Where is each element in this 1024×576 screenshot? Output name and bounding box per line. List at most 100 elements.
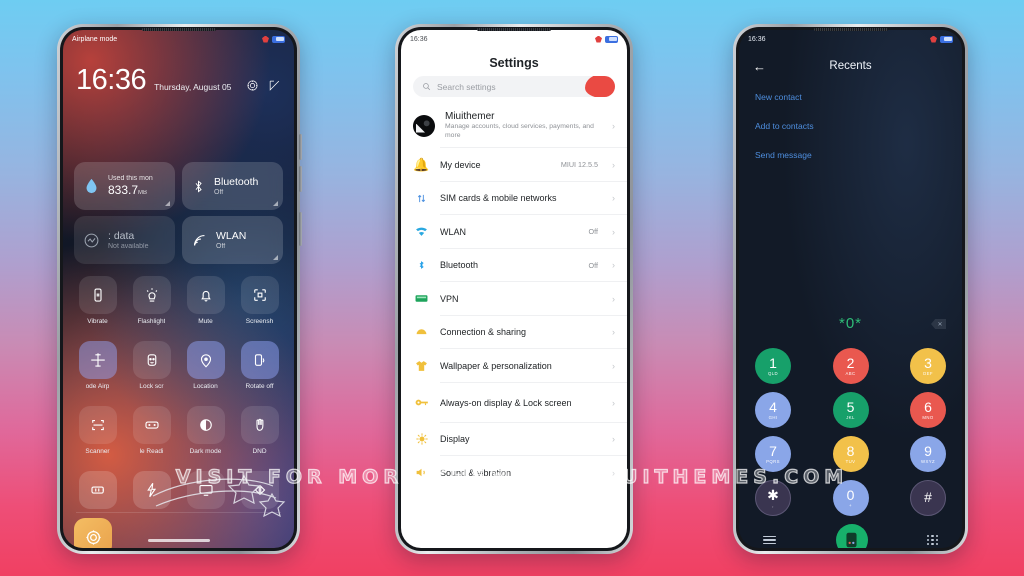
key-letters: , bbox=[772, 503, 774, 509]
earpiece-grille-icon bbox=[813, 28, 888, 31]
key-digit: # bbox=[924, 489, 932, 506]
key-digit: 1 bbox=[769, 354, 777, 371]
settings-gear-icon[interactable] bbox=[246, 79, 259, 92]
quick-tile-scanner[interactable]: Scanner bbox=[74, 406, 121, 455]
dial-key-star[interactable]: ✱ , bbox=[755, 480, 791, 516]
dial-key-5[interactable]: 5 JKL bbox=[832, 392, 869, 428]
quick-tile-label: le Readi bbox=[139, 448, 164, 455]
quick-tile-row-c: Scanner le Readi Dark mode DND bbox=[74, 406, 283, 455]
hand-icon bbox=[255, 418, 263, 431]
big-tile-row-1: Used this mon 833.7MB Bluetooth Off bbox=[74, 162, 283, 210]
tile-bluetooth[interactable]: Bluetooth Off bbox=[182, 162, 283, 210]
link-new-contact[interactable]: New contact bbox=[755, 92, 946, 102]
battery-icon bbox=[605, 35, 618, 43]
settings-row-sim-cards[interactable]: SIM cards & mobile networks › bbox=[401, 182, 627, 215]
key-letters: QLD bbox=[767, 371, 779, 377]
quick-tile-reading-mode[interactable]: le Readi bbox=[128, 406, 175, 455]
quick-tile-row-a: Vibrate Flashlight Mute Screensh bbox=[74, 276, 283, 325]
quick-tile-airplane[interactable]: ode Airp bbox=[74, 341, 121, 390]
link-add-to-contacts[interactable]: Add to contacts bbox=[755, 121, 946, 131]
avatar bbox=[413, 114, 435, 137]
quick-tile-label: ode Airp bbox=[85, 383, 110, 390]
quick-tile-label: Mute bbox=[198, 318, 213, 325]
search-icon bbox=[423, 83, 431, 91]
menu-icon[interactable] bbox=[763, 535, 776, 545]
call-button-icon[interactable] bbox=[835, 524, 868, 548]
keypad-icon[interactable] bbox=[927, 534, 938, 546]
mobile-data-state: Not available bbox=[108, 243, 149, 250]
quick-tile-battery-saver[interactable] bbox=[74, 471, 121, 509]
phone-device-dialer: 16:36 ← Recents New contact Add to conta… bbox=[733, 24, 968, 554]
dialer-bottom-bar bbox=[755, 524, 946, 548]
quick-tile-dnd[interactable]: DND bbox=[236, 406, 283, 455]
power-button[interactable] bbox=[299, 212, 302, 246]
quick-tile-dark-mode[interactable]: Dark mode bbox=[182, 406, 229, 455]
settings-row-always-on-display[interactable]: Always-on display & Lock screen › bbox=[401, 383, 627, 423]
search-input[interactable]: Search settings bbox=[413, 76, 615, 97]
moon-icon bbox=[199, 419, 212, 431]
settings-row-wlan[interactable]: WLAN Off › bbox=[401, 215, 627, 249]
speaker-icon bbox=[413, 467, 430, 478]
quick-tile-mute[interactable]: Mute bbox=[182, 276, 229, 325]
dial-key-9[interactable]: 9 WXYZ bbox=[910, 436, 946, 472]
quick-tile-screenshot[interactable]: Screensh bbox=[236, 276, 283, 325]
key-digit: 3 bbox=[924, 354, 932, 371]
volume-down-button[interactable] bbox=[299, 166, 302, 192]
home-indicator[interactable] bbox=[147, 539, 210, 542]
wifi-icon bbox=[194, 234, 205, 246]
chevron-right-icon: › bbox=[612, 327, 615, 338]
vibrate-icon bbox=[93, 288, 102, 302]
dial-key-2[interactable]: 2 ABC bbox=[832, 348, 869, 384]
bluetooth-icon bbox=[413, 258, 430, 272]
brightness-icon bbox=[85, 529, 101, 545]
rotate-icon bbox=[254, 354, 264, 366]
earpiece-grille-icon bbox=[477, 28, 551, 31]
settings-row-account[interactable]: Miuithemer Manage accounts, cloud servic… bbox=[401, 103, 627, 148]
settings-row-vpn[interactable]: VPN › bbox=[401, 282, 627, 316]
dial-key-1[interactable]: 1 QLD bbox=[755, 348, 791, 384]
sim-icon bbox=[413, 192, 430, 205]
dial-key-6[interactable]: 6 MNO bbox=[910, 392, 946, 428]
quick-tile-vibrate[interactable]: Vibrate bbox=[74, 276, 121, 325]
quick-tile-flashlight[interactable]: Flashlight bbox=[128, 276, 175, 325]
settings-row-wallpaper[interactable]: Wallpaper & personalization › bbox=[401, 349, 627, 383]
dial-pad-row: 7 PQRS 8 TUV 9 WXYZ bbox=[755, 436, 946, 472]
reading-mode-icon bbox=[144, 421, 159, 429]
shirt-icon bbox=[413, 360, 430, 372]
edit-icon[interactable] bbox=[268, 79, 281, 92]
brightness-tile[interactable] bbox=[74, 518, 112, 548]
row-value: Off bbox=[588, 260, 598, 270]
dial-key-7[interactable]: 7 PQRS bbox=[755, 436, 791, 472]
chevron-right-icon: › bbox=[612, 360, 615, 371]
quick-tile-rotate[interactable]: Rotate off bbox=[236, 341, 283, 390]
settings-row-display[interactable]: Display › bbox=[401, 423, 627, 456]
quick-tile-location[interactable]: Location bbox=[182, 341, 229, 390]
quick-tile-lock-screen[interactable]: Lock scr bbox=[128, 341, 175, 390]
volume-up-button[interactable] bbox=[299, 134, 302, 160]
key-letters: PQRS bbox=[766, 459, 780, 465]
key-letters: TUV bbox=[845, 459, 856, 465]
back-arrow-icon[interactable]: ← bbox=[753, 60, 766, 73]
search-placeholder: Search settings bbox=[437, 81, 496, 92]
dial-key-8[interactable]: 8 TUV bbox=[832, 436, 869, 472]
dial-key-0[interactable]: 0 + bbox=[832, 480, 869, 516]
settings-row-connection-sharing[interactable]: Connection & sharing › bbox=[401, 316, 627, 349]
dial-key-hash[interactable]: # bbox=[910, 480, 946, 516]
key-letters: MNO bbox=[922, 415, 934, 421]
settings-list: Miuithemer Manage accounts, cloud servic… bbox=[401, 103, 627, 548]
settings-row-bluetooth[interactable]: Bluetooth Off › bbox=[401, 249, 627, 282]
earpiece-grille-icon bbox=[141, 28, 216, 31]
key-letters: JKL bbox=[846, 415, 855, 421]
tile-data-usage[interactable]: Used this mon 833.7MB bbox=[74, 162, 175, 210]
settings-row-my-device[interactable]: 🔔 My device MIUI 12.5.5 › bbox=[401, 148, 627, 182]
key-digit: 4 bbox=[769, 398, 777, 415]
clock-date: Thursday, August 05 bbox=[154, 82, 232, 92]
settings-row-sound-vibration[interactable]: Sound & vibration › bbox=[401, 456, 627, 490]
tile-mobile-data[interactable]: : data Not available bbox=[74, 216, 175, 264]
tile-wlan[interactable]: WLAN Off bbox=[182, 216, 283, 264]
dial-key-3[interactable]: 3 DEF bbox=[910, 348, 946, 384]
dial-key-4[interactable]: 4 GHI bbox=[755, 392, 791, 428]
phone3-screen: 16:36 ← Recents New contact Add to conta… bbox=[739, 30, 962, 548]
signal-icon bbox=[930, 35, 937, 43]
link-send-message[interactable]: Send message bbox=[755, 150, 946, 160]
